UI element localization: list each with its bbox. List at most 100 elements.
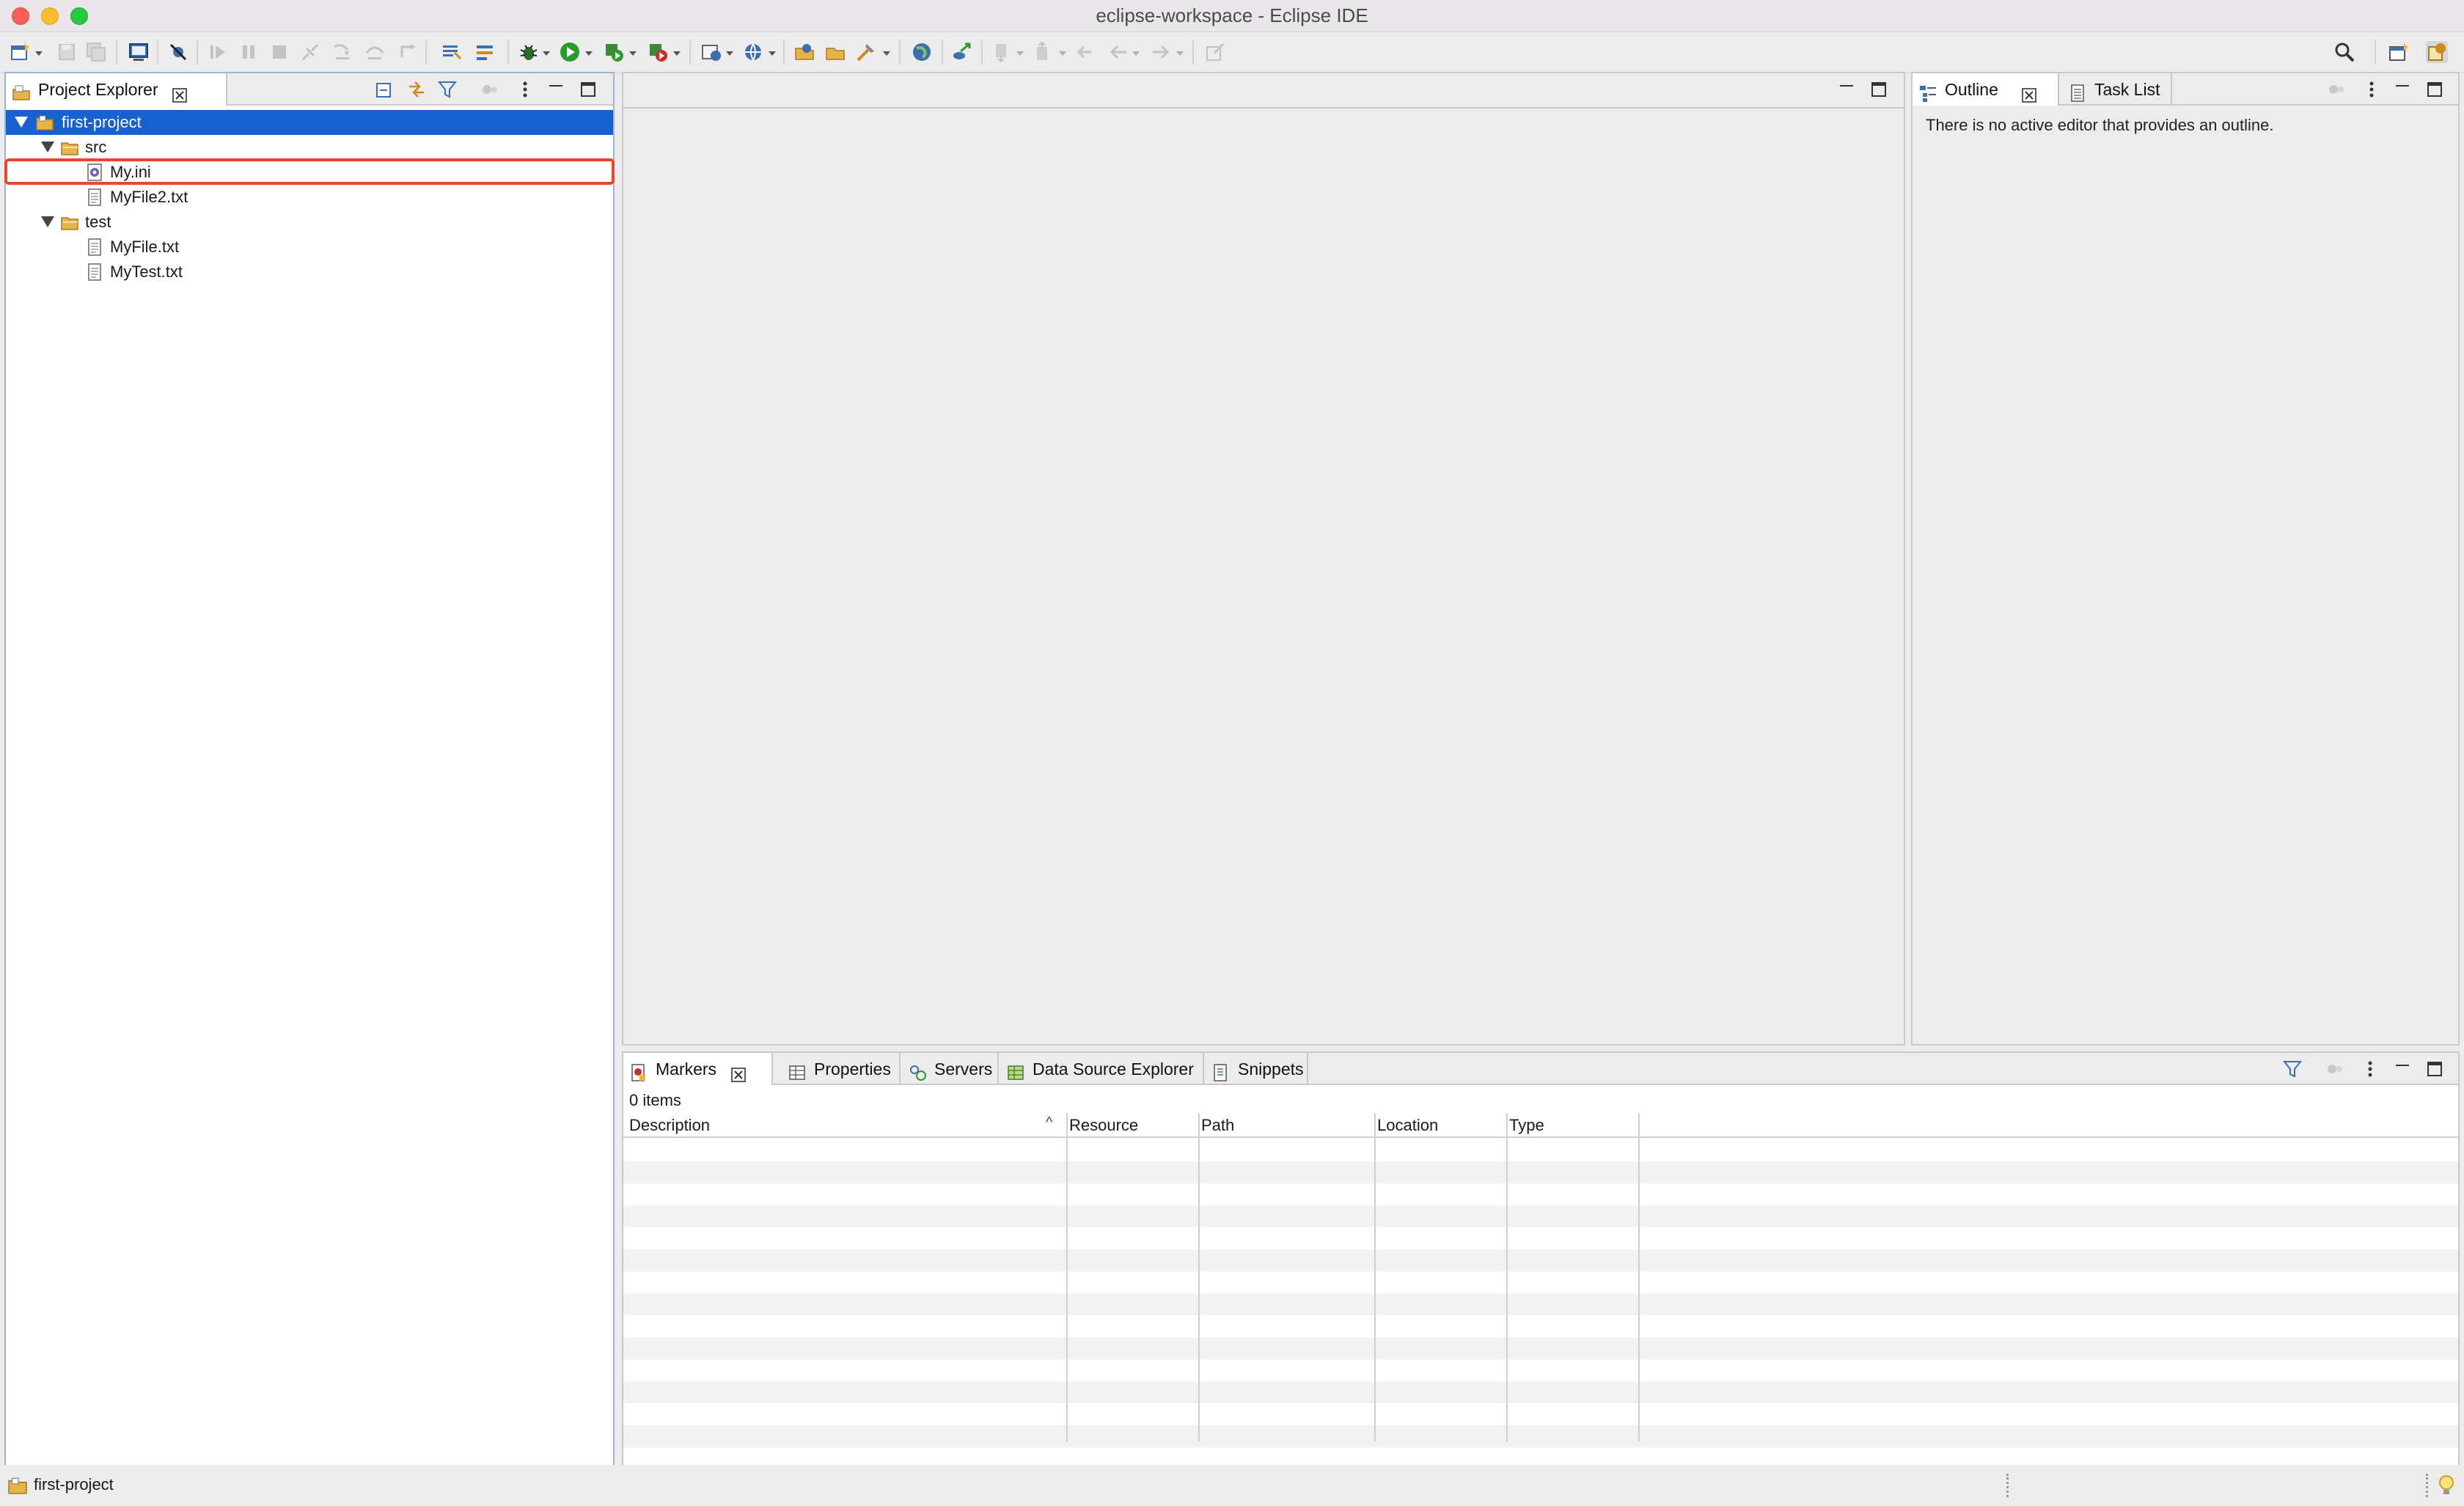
lightbulb-icon[interactable] <box>2436 1474 2457 1497</box>
drop-to-frame-icon[interactable] <box>474 41 496 63</box>
view-menu-icon[interactable] <box>515 79 535 100</box>
debug-dropdown-icon[interactable] <box>543 51 550 56</box>
column-location[interactable]: Location <box>1371 1113 1503 1138</box>
focus-on-task-icon[interactable] <box>2326 79 2347 100</box>
forward-icon[interactable] <box>1150 41 1172 63</box>
new-wizard-dropdown-icon[interactable] <box>35 51 43 56</box>
tab-data-source-explorer[interactable]: Data Source Explorer <box>1000 1053 1204 1085</box>
tree-item-label: src <box>85 138 107 156</box>
link-with-editor-icon[interactable] <box>406 79 427 100</box>
minimize-icon[interactable] <box>2392 1059 2413 1079</box>
use-step-filters-icon[interactable] <box>440 41 462 63</box>
new-web-service-icon[interactable] <box>742 41 764 63</box>
web-browser-icon[interactable] <box>911 41 933 63</box>
next-annotation-icon[interactable] <box>991 41 1013 63</box>
tab-outline[interactable]: Outline <box>1913 73 2059 106</box>
text-file-icon <box>85 238 104 257</box>
previous-annotation-icon[interactable] <box>1033 41 1055 63</box>
search-tool-dropdown-icon[interactable] <box>883 51 890 56</box>
focus-on-task-icon[interactable] <box>2325 1059 2345 1079</box>
next-annotation-dropdown-icon[interactable] <box>1016 51 1024 56</box>
maximize-icon[interactable] <box>578 79 598 100</box>
step-return-icon[interactable] <box>396 41 418 63</box>
filter-icon[interactable] <box>2282 1059 2303 1079</box>
new-wizard-icon[interactable] <box>9 41 31 63</box>
close-icon[interactable] <box>730 1061 747 1082</box>
tree-item-first-project[interactable]: first-project <box>6 110 613 135</box>
search-tool-icon[interactable] <box>855 41 877 63</box>
run-icon[interactable] <box>559 41 581 63</box>
tab-servers[interactable]: Servers <box>902 1053 999 1085</box>
terminate-icon[interactable] <box>268 41 290 63</box>
column-resource[interactable]: Resource <box>1063 1113 1195 1138</box>
column-description[interactable]: Description <box>623 1113 1063 1138</box>
maximize-icon[interactable] <box>2424 79 2445 100</box>
minimize-icon[interactable] <box>546 79 566 100</box>
step-over-icon[interactable] <box>364 41 386 63</box>
coverage-icon[interactable] <box>603 41 625 63</box>
minimize-icon[interactable] <box>1836 79 1857 100</box>
focus-on-task-icon[interactable] <box>480 79 500 100</box>
console-icon[interactable] <box>128 41 150 63</box>
tab-task-list[interactable]: Task List <box>2062 73 2172 106</box>
snippets-icon <box>1211 1060 1231 1081</box>
expand-toggle-icon[interactable] <box>41 216 54 227</box>
tab-project-explorer[interactable]: Project Explorer <box>6 73 227 106</box>
search-icon[interactable] <box>2333 41 2355 63</box>
external-tools-icon[interactable] <box>647 41 669 63</box>
tree-item-mytest-txt[interactable]: MyTest.txt <box>6 260 613 284</box>
step-into-icon[interactable] <box>331 41 353 63</box>
open-perspective-icon[interactable] <box>2388 41 2410 63</box>
pin-editor-icon[interactable] <box>1204 41 1226 63</box>
save-all-icon[interactable] <box>85 41 107 63</box>
minimize-icon[interactable] <box>2392 79 2413 100</box>
new-server-icon[interactable] <box>700 41 722 63</box>
tab-markers[interactable]: Markers <box>623 1053 773 1085</box>
tab-snippets[interactable]: Snippets <box>1206 1053 1308 1085</box>
column-type[interactable]: Type <box>1503 1113 1635 1138</box>
disconnect-icon[interactable] <box>299 41 321 63</box>
tree-item-src[interactable]: src <box>6 135 613 160</box>
new-connection-icon[interactable] <box>950 41 972 63</box>
last-edit-icon[interactable] <box>1074 41 1096 63</box>
previous-annotation-dropdown-icon[interactable] <box>1059 51 1066 56</box>
close-icon[interactable] <box>2021 81 2037 103</box>
save-icon[interactable] <box>56 41 78 63</box>
tree-item-myfile2-txt[interactable]: MyFile2.txt <box>6 185 613 210</box>
tab-properties-label: Properties <box>814 1059 891 1079</box>
new-server-dropdown-icon[interactable] <box>726 51 733 56</box>
expand-toggle-icon[interactable] <box>41 142 54 153</box>
back-icon[interactable] <box>1107 41 1129 63</box>
markers-item-count: 0 items <box>629 1091 681 1109</box>
forward-dropdown-icon[interactable] <box>1176 51 1184 56</box>
debug-icon[interactable] <box>518 41 540 63</box>
close-icon[interactable] <box>172 81 188 103</box>
open-task-icon[interactable] <box>824 41 846 63</box>
maximize-icon[interactable] <box>2424 1059 2445 1079</box>
markers-table-body <box>623 1139 2458 1465</box>
title-bar: eclipse-workspace - Eclipse IDE <box>0 0 2464 32</box>
markers-table-header: Description ^ Resource Path Location Typ… <box>623 1113 2458 1138</box>
back-dropdown-icon[interactable] <box>1132 51 1140 56</box>
view-menu-icon[interactable] <box>2360 1059 2380 1079</box>
run-dropdown-icon[interactable] <box>585 51 593 56</box>
collapse-all-icon[interactable] <box>374 79 395 100</box>
expand-toggle-icon[interactable] <box>15 117 28 128</box>
filter-icon[interactable] <box>437 79 458 100</box>
java-ee-perspective-icon[interactable] <box>2426 41 2448 63</box>
external-tools-dropdown-icon[interactable] <box>673 51 681 56</box>
new-web-service-dropdown-icon[interactable] <box>769 51 776 56</box>
skip-breakpoints-icon[interactable] <box>167 41 189 63</box>
tree-item-myfile-txt[interactable]: MyFile.txt <box>6 235 613 260</box>
column-path[interactable]: Path <box>1195 1113 1371 1138</box>
tab-properties[interactable]: Properties <box>782 1053 901 1085</box>
coverage-dropdown-icon[interactable] <box>629 51 637 56</box>
resume-icon[interactable] <box>207 41 229 63</box>
maximize-icon[interactable] <box>1869 79 1889 100</box>
tree-item-test[interactable]: test <box>6 210 613 235</box>
suspend-icon[interactable] <box>238 41 260 63</box>
open-type-icon[interactable] <box>793 41 815 63</box>
outline-icon <box>1918 81 1937 102</box>
sort-indicator-icon: ^ <box>1046 1114 1053 1131</box>
view-menu-icon[interactable] <box>2361 79 2382 100</box>
